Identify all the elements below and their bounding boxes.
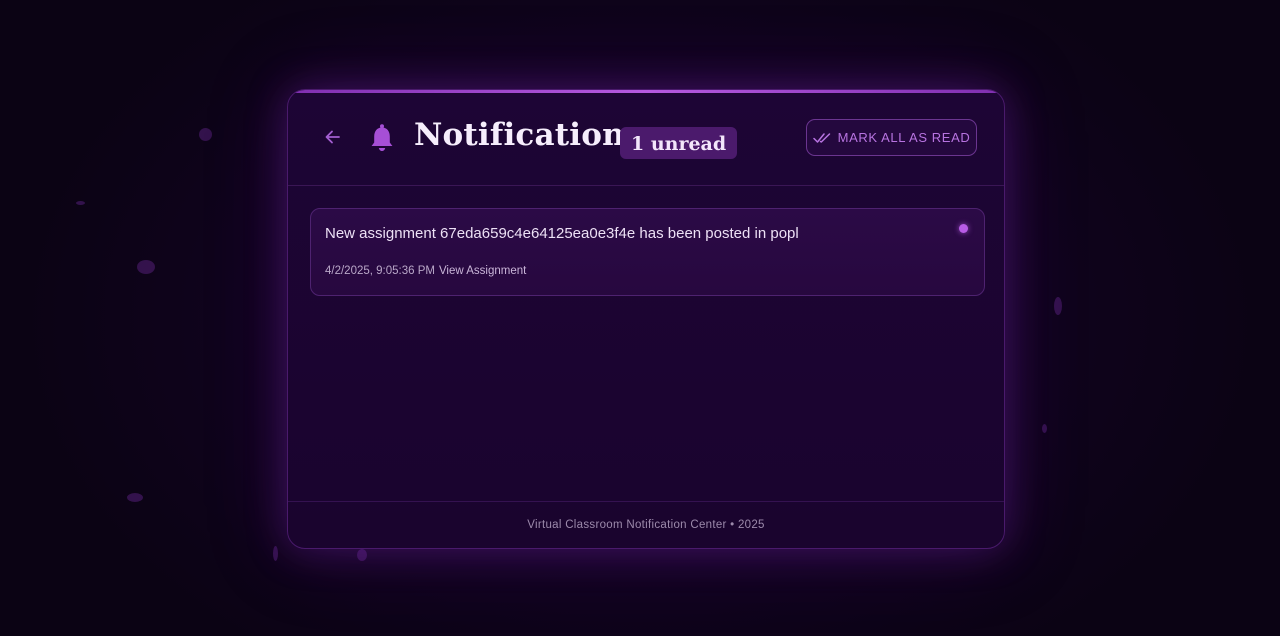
background-particle xyxy=(199,128,212,141)
notification-meta: 4/2/2025, 9:05:36 PM View Assignment xyxy=(325,265,526,277)
footer-text: Virtual Classroom Notification Center • … xyxy=(527,519,765,531)
notification-message: New assignment 67eda659c4e64125ea0e3f4e … xyxy=(325,225,799,242)
unread-indicator-dot xyxy=(959,224,968,233)
page-title: Notifications xyxy=(414,117,643,153)
background-particle xyxy=(1054,297,1062,315)
view-assignment-link[interactable]: View Assignment xyxy=(439,265,526,277)
background-particle xyxy=(137,260,155,274)
background-particle xyxy=(273,546,278,561)
double-check-icon xyxy=(812,132,830,143)
mark-all-read-button[interactable]: MARK ALL AS READ xyxy=(806,119,977,156)
background-particle xyxy=(1042,424,1047,433)
panel-footer: Virtual Classroom Notification Center • … xyxy=(288,501,1004,548)
background-particle xyxy=(127,493,143,502)
notification-timestamp: 4/2/2025, 9:05:36 PM xyxy=(325,265,435,277)
background-particle xyxy=(76,201,85,205)
mark-all-read-label: MARK ALL AS READ xyxy=(837,130,971,145)
arrow-left-icon xyxy=(325,130,340,144)
background-particle xyxy=(357,549,367,561)
panel-header: Notifications 1 unread MARK ALL AS READ xyxy=(288,90,1004,186)
unread-count-badge: 1 unread xyxy=(620,127,738,159)
notifications-panel: Notifications 1 unread MARK ALL AS READ … xyxy=(287,89,1005,549)
bell-icon xyxy=(369,123,395,153)
back-button[interactable] xyxy=(322,126,344,148)
notification-item[interactable]: New assignment 67eda659c4e64125ea0e3f4e … xyxy=(310,208,985,296)
